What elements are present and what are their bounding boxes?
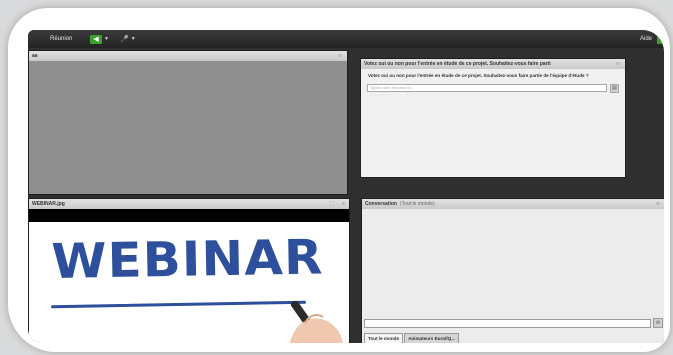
chat-message-input[interactable] [364,319,651,328]
poll-answer-input[interactable]: Tapez votre réponse ici... [367,84,607,92]
fit-to-window-icon[interactable]: ⛶ · [330,199,337,209]
app-window: Réunion ◀ ▼ 🎤 ▼ Aide aa ≡· Votez oui ou … [28,30,664,343]
options-icon[interactable]: ≡· [616,59,621,69]
speaker-icon: ◀ [90,34,102,44]
document-panel: WEBINAR.jpg ⛶ · ≡ WEBINAR [28,198,350,343]
tab-everyone[interactable]: Tout le monde [364,333,404,343]
poll-panel-title: Votez oui ou non pour l'entrée en étude … [364,61,551,67]
poll-body: Votez oui ou non pour l'entrée en étude … [361,69,625,177]
chat-audience: (Tout le monde) [399,201,435,207]
chevron-down-icon: ▼ [130,36,136,42]
document-image: WEBINAR [29,209,349,343]
send-icon[interactable]: ▤ [610,84,619,93]
poll-panel-header: Votez oui ou non pour l'entrée en étude … [361,59,625,69]
hand-with-marker-icon [289,301,343,343]
options-icon[interactable]: ≡· [338,51,343,61]
image-top-band [29,209,349,222]
top-toolbar: Réunion ◀ ▼ 🎤 ▼ Aide [28,30,664,48]
options-icon[interactable]: ≡ [342,199,345,209]
status-indicator [657,35,663,44]
marker-underline [50,300,307,309]
poll-panel: Votez oui ou non pour l'entrée en étude … [360,58,626,178]
document-title: WEBINAR.jpg [32,201,65,207]
speaker-button[interactable]: ◀ ▼ [90,34,109,44]
microphone-button[interactable]: 🎤 ▼ [120,34,136,44]
video-area [29,61,347,194]
chat-panel-header: Conversation (Tout le monde) ≡· [362,199,664,209]
video-panel-header: aa ≡· [29,51,347,61]
chat-tabs: Tout le monde Animateurs Eurol/Q... [362,333,460,343]
document-panel-header: WEBINAR.jpg ⛶ · ≡ [29,199,349,209]
webinar-text: WEBINAR [51,229,324,290]
video-panel-title: aa [32,53,38,59]
chevron-down-icon: ▼ [104,36,109,42]
microphone-icon: 🎤 [120,36,129,43]
options-icon[interactable]: ≡· [656,199,661,209]
help-link[interactable]: Aide [640,36,652,42]
chat-messages: ✉ Tout le monde Animateurs Eurol/Q... [362,209,664,343]
send-icon[interactable]: ✉ [653,318,663,328]
chat-panel: Conversation (Tout le monde) ≡· ✉ Tout le… [361,198,664,343]
video-panel: aa ≡· [28,50,348,195]
meeting-menu[interactable]: Réunion [50,36,72,42]
chat-title: Conversation [365,201,397,207]
poll-question: Votez oui ou non pour l'entrée en étude … [368,73,589,78]
tab-hosts[interactable]: Animateurs Eurol/Q... [404,333,460,343]
